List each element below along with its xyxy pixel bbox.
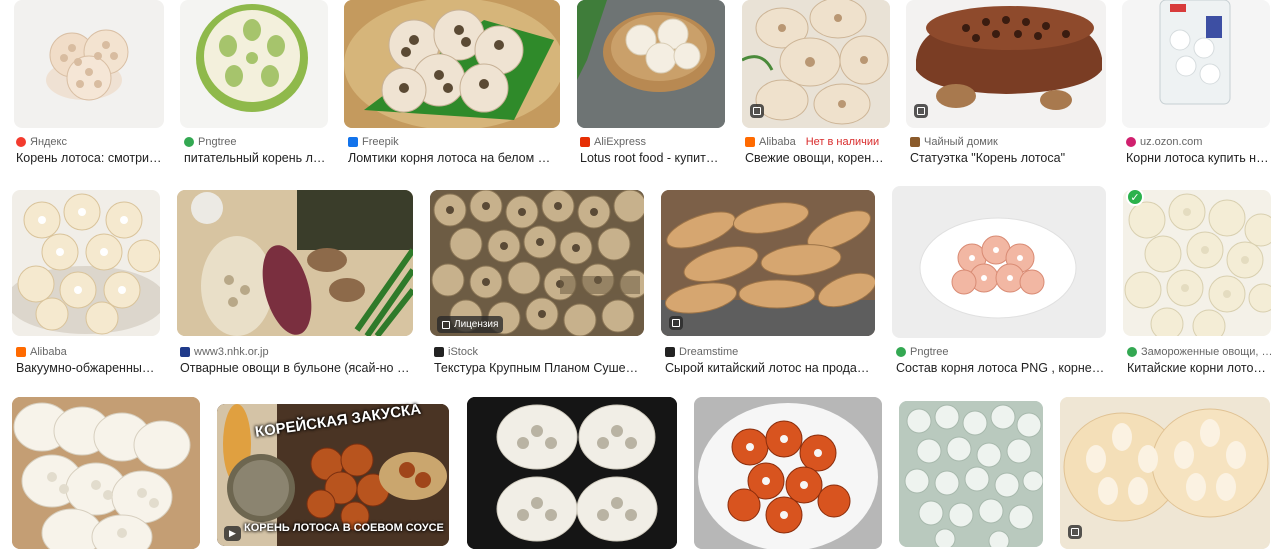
result-title[interactable]: Вакуумно-обжаренны… <box>16 361 162 375</box>
play-icon: ▶ <box>229 528 236 538</box>
source-name: Pngtree <box>910 346 949 358</box>
result-source[interactable]: iStock <box>434 346 478 358</box>
source-name: Яндекс <box>30 136 67 148</box>
result-title[interactable]: Отварные овощи в бульоне (ясай-но … <box>180 361 412 375</box>
result-source[interactable]: Alibaba <box>16 346 67 358</box>
result-title[interactable]: Корни лотоса купить н… <box>1126 151 1272 165</box>
image-type-badge <box>669 316 683 330</box>
result-source[interactable]: Чайный домик <box>910 136 998 148</box>
result-title[interactable]: Текстура Крупным Планом Сушен… <box>434 361 644 375</box>
source-favicon <box>910 137 920 147</box>
image-icon <box>917 107 925 115</box>
result-thumbnail[interactable] <box>899 401 1043 547</box>
result-source[interactable]: Dreamstime <box>665 346 738 358</box>
image-icon <box>442 320 450 329</box>
source-favicon <box>1126 137 1136 147</box>
result-title[interactable]: Статуэтка "Корень лотоса" <box>910 151 1110 165</box>
result-title[interactable]: Состав корня лотоса PNG , корне… <box>896 361 1106 375</box>
result-thumbnail[interactable] <box>12 397 200 549</box>
image-type-badge <box>914 104 928 118</box>
source-favicon <box>184 137 194 147</box>
source-name: Alibaba <box>759 136 796 148</box>
play-badge[interactable]: ▶ <box>224 526 241 541</box>
result-thumbnail[interactable] <box>694 397 882 549</box>
image-type-badge <box>1068 525 1082 539</box>
result-title[interactable]: питательный корень л… <box>184 151 328 165</box>
source-name: iStock <box>448 346 478 358</box>
result-source[interactable]: Замороженные овощи, … <box>1127 346 1273 358</box>
result-thumbnail[interactable] <box>344 0 560 128</box>
result-source[interactable]: www3.nhk.or.jp <box>180 346 269 358</box>
result-thumbnail[interactable] <box>661 190 875 336</box>
image-icon <box>753 107 761 115</box>
result-title[interactable]: Ломтики корня лотоса на белом ф… <box>348 151 560 165</box>
result-thumbnail[interactable] <box>177 190 413 336</box>
result-thumbnail[interactable] <box>1122 0 1270 128</box>
result-thumbnail[interactable] <box>742 0 890 128</box>
source-favicon <box>580 137 590 147</box>
result-thumbnail[interactable] <box>12 190 160 336</box>
license-label: Лицензия <box>454 319 499 330</box>
image-type-badge <box>750 104 764 118</box>
source-name: Замороженные овощи, … <box>1141 346 1273 358</box>
image-icon <box>1071 528 1079 536</box>
source-name: Pngtree <box>198 136 237 148</box>
result-source[interactable]: Pngtree <box>184 136 237 148</box>
source-favicon <box>1127 347 1137 357</box>
out-of-stock-label: Нет в наличии <box>805 136 880 148</box>
license-badge[interactable]: Лицензия <box>437 316 504 333</box>
result-source[interactable]: Freepik <box>348 136 399 148</box>
result-title[interactable]: Корень лотоса: смотри… <box>16 151 166 165</box>
result-title[interactable]: Свежие овощи, корен… <box>745 151 891 165</box>
result-thumbnail[interactable] <box>467 397 677 549</box>
source-favicon <box>16 137 26 147</box>
result-source[interactable]: Яндекс <box>16 136 67 148</box>
result-title[interactable]: Lotus root food - купит… <box>580 151 726 165</box>
source-favicon <box>16 347 26 357</box>
source-name: www3.nhk.or.jp <box>194 346 269 358</box>
result-thumbnail[interactable] <box>906 0 1106 128</box>
source-favicon <box>665 347 675 357</box>
result-thumbnail[interactable] <box>14 0 164 128</box>
result-thumbnail[interactable] <box>1060 397 1270 549</box>
result-thumbnail[interactable] <box>1123 190 1271 336</box>
source-name: Dreamstime <box>679 346 739 358</box>
source-favicon <box>434 347 444 357</box>
source-favicon <box>896 347 906 357</box>
source-favicon <box>348 137 358 147</box>
result-thumbnail[interactable] <box>180 0 328 128</box>
source-name: Чайный домик <box>924 136 998 148</box>
result-title[interactable]: Китайские корни лото… <box>1127 361 1272 375</box>
video-subtitle-overlay: КОРЕНЬ ЛОТОСА В СОЕВОМ СОУСЕ <box>244 522 444 534</box>
result-thumbnail[interactable] <box>430 190 644 336</box>
source-favicon <box>745 137 755 147</box>
result-source[interactable]: AliExpress <box>580 136 646 148</box>
verified-check-icon: ✓ <box>1126 188 1144 206</box>
result-thumbnail[interactable] <box>577 0 725 128</box>
source-name: uz.ozon.com <box>1140 136 1203 148</box>
source-name: AliExpress <box>594 136 646 148</box>
result-source[interactable]: Alibaba Нет в наличии <box>745 136 879 148</box>
source-name: Freepik <box>362 136 399 148</box>
source-name: Alibaba <box>30 346 67 358</box>
result-source[interactable]: Pngtree <box>896 346 949 358</box>
result-source[interactable]: uz.ozon.com <box>1126 136 1202 148</box>
source-favicon <box>180 347 190 357</box>
result-title[interactable]: Сырой китайский лотос на прода… <box>665 361 875 375</box>
image-icon <box>672 319 680 327</box>
result-thumbnail[interactable] <box>892 186 1106 338</box>
